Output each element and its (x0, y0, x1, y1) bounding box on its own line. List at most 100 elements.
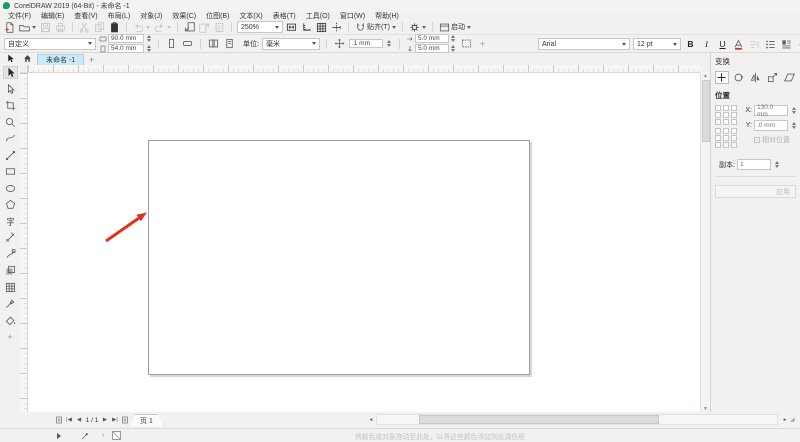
text-color-button[interactable] (732, 38, 745, 51)
horizontal-scrollbar[interactable] (376, 414, 778, 425)
scroll-up-icon[interactable]: ▲ (703, 73, 708, 79)
import-button[interactable] (183, 21, 196, 34)
next-page-button[interactable]: ▶ (100, 414, 110, 426)
duplicate-y-field[interactable]: 5.0 mm (415, 44, 449, 53)
two-point-line-tool[interactable] (3, 149, 18, 162)
fullscreen-preview-button[interactable] (285, 21, 298, 34)
relative-position-checkbox[interactable]: ✓ (754, 137, 760, 143)
copies-stepper[interactable] (773, 161, 780, 168)
anchor-grid-bottom[interactable] (715, 128, 738, 148)
menu-item-table[interactable]: 表格(T) (268, 11, 301, 21)
page-size-preset-combo[interactable]: 自定义 (4, 38, 96, 50)
rotate-mode-button[interactable] (732, 71, 746, 84)
y-value-field[interactable]: .0 mm (754, 120, 788, 131)
pick-tool[interactable] (3, 66, 18, 79)
menu-item-edit[interactable]: 编辑(E) (36, 11, 69, 21)
customize-propbar-button[interactable]: + (480, 39, 485, 49)
vertical-scrollbar-thumb[interactable] (702, 80, 710, 142)
freehand-tool[interactable] (3, 132, 18, 145)
italic-button[interactable]: I (700, 38, 713, 51)
text-outline-button[interactable]: O (796, 38, 800, 51)
drop-shadow-tool[interactable] (3, 264, 18, 277)
text-tool[interactable]: 字 (3, 215, 18, 228)
treat-as-filled-button[interactable] (460, 37, 473, 50)
vertical-ruler[interactable] (20, 73, 28, 412)
page-height-field[interactable]: 54.0 mm (108, 44, 144, 53)
zoom-level-combo[interactable]: 250% (237, 21, 283, 33)
y-stepper[interactable] (790, 122, 797, 129)
mirror-mode-button[interactable] (749, 71, 763, 84)
menu-item-object[interactable]: 对象(J) (135, 11, 167, 21)
units-combo[interactable]: 毫米 (262, 38, 320, 50)
menu-item-window[interactable]: 窗口(W) (335, 11, 370, 21)
document-tab-active[interactable]: 未命名 -1 (37, 54, 84, 65)
page-tab-1[interactable]: 页 1 (130, 414, 163, 427)
all-pages-button[interactable] (207, 37, 220, 50)
bullet-list-button[interactable] (764, 38, 777, 51)
interactive-fill-tool[interactable] (3, 314, 18, 327)
first-page-button[interactable]: |◀ (64, 414, 74, 426)
font-size-combo[interactable]: 12 pt (633, 38, 681, 50)
previous-page-button[interactable]: ◀ (74, 414, 84, 426)
snap-to-button[interactable]: 贴齐(T) (354, 21, 397, 34)
hscroll-left-icon[interactable]: ◂ (366, 414, 376, 426)
new-document-tab-button[interactable]: + (86, 54, 97, 65)
nudge-distance-field[interactable]: .1 mm (349, 39, 383, 48)
parallel-dimension-tool[interactable] (3, 231, 18, 244)
x-value-field[interactable]: 130.0 mm (754, 105, 788, 116)
portrait-button[interactable] (165, 37, 178, 50)
launch-caret-icon[interactable] (467, 26, 471, 29)
open-button[interactable] (18, 21, 37, 34)
page-width-field[interactable]: 90.0 mm (108, 34, 144, 43)
new-document-button[interactable] (3, 21, 16, 34)
zoom-caret-icon[interactable] (275, 26, 279, 29)
resize-grip-icon[interactable]: ◢ (790, 416, 795, 423)
fill-color-swatch[interactable] (112, 431, 121, 440)
drop-cap-button[interactable] (780, 38, 793, 51)
welcome-home-icon[interactable] (20, 52, 35, 65)
duplicate-x-stepper[interactable] (450, 35, 457, 42)
menu-item-tools[interactable]: 工具(O) (301, 11, 335, 21)
launch-button[interactable]: 启动 (438, 21, 472, 34)
duplicate-y-stepper[interactable] (450, 45, 457, 52)
crop-tool[interactable] (3, 99, 18, 112)
menu-item-bitmaps[interactable]: 位图(B) (201, 11, 234, 21)
current-page-button[interactable] (223, 37, 236, 50)
underline-button[interactable]: U (716, 38, 729, 51)
anchor-grid-top[interactable] (715, 105, 738, 125)
menu-item-view[interactable]: 查看(V) (69, 11, 102, 21)
show-grid-button[interactable] (315, 21, 328, 34)
last-page-button[interactable]: ▶| (110, 414, 120, 426)
open-caret-icon[interactable] (32, 26, 36, 29)
font-family-combo[interactable]: Arial (538, 38, 630, 50)
transparency-tool[interactable] (3, 281, 18, 294)
menu-item-text[interactable]: 文本(X) (234, 11, 267, 21)
add-page-before-button[interactable] (54, 414, 64, 426)
rectangle-tool[interactable] (3, 165, 18, 178)
zoom-tool[interactable] (3, 116, 18, 129)
ruler-origin-box[interactable] (20, 65, 28, 73)
show-guidelines-button[interactable] (330, 21, 343, 34)
drawing-canvas[interactable] (28, 73, 700, 412)
nudge-stepper[interactable] (386, 40, 393, 47)
horizontal-ruler[interactable] (28, 65, 700, 73)
status-expand-icon[interactable] (57, 433, 61, 439)
skew-mode-button[interactable] (782, 71, 796, 84)
landscape-button[interactable] (181, 37, 194, 50)
hscroll-right-icon[interactable]: ▸ (780, 414, 790, 426)
size-mode-button[interactable] (765, 71, 779, 84)
menu-item-help[interactable]: 帮助(H) (370, 11, 404, 21)
horizontal-scrollbar-thumb[interactable] (419, 415, 659, 424)
position-mode-button[interactable] (715, 71, 729, 84)
ellipse-tool[interactable] (3, 182, 18, 195)
more-tools-button[interactable]: + (3, 330, 18, 343)
add-page-after-button[interactable] (120, 414, 130, 426)
shape-tool[interactable] (3, 83, 18, 96)
paste-button[interactable] (108, 21, 121, 34)
pen-tool[interactable] (3, 248, 18, 261)
copies-field[interactable]: 1 (737, 159, 771, 170)
show-rulers-button[interactable] (300, 21, 313, 34)
duplicate-x-field[interactable]: 5.0 mm (415, 34, 449, 43)
options-gear-button[interactable] (408, 21, 427, 34)
page-height-stepper[interactable] (145, 45, 152, 52)
